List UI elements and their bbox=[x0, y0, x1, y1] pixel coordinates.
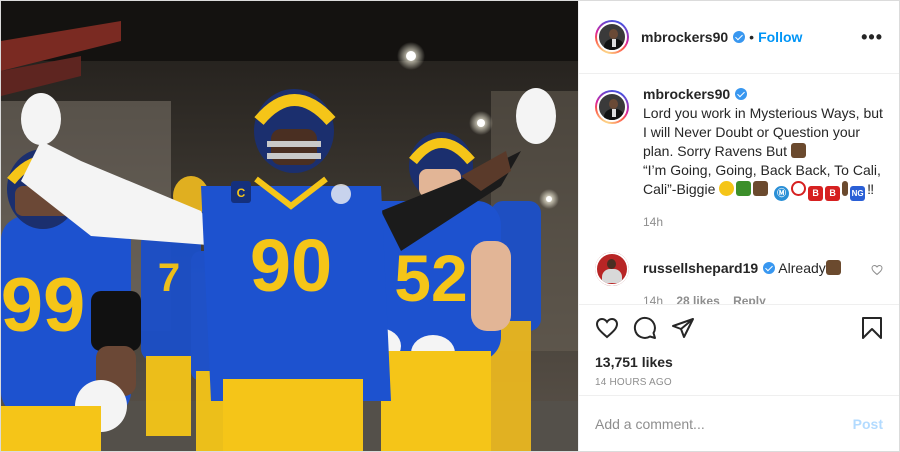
victory-hand-emoji-icon bbox=[753, 181, 769, 196]
share-icon[interactable] bbox=[671, 316, 695, 340]
separator-dot: • bbox=[749, 29, 755, 45]
comment-body: russellshepard19 Already 14h 28 likes Re… bbox=[643, 252, 883, 304]
bookmark-icon[interactable] bbox=[861, 316, 883, 340]
caption: mbrockers90 Lord you work in Mysterious … bbox=[595, 86, 883, 232]
comment-icon[interactable] bbox=[633, 316, 657, 340]
comments-section: mbrockers90 Lord you work in Mysterious … bbox=[579, 74, 899, 304]
palm-tree-emoji-icon bbox=[736, 181, 752, 196]
jersey-number-90: 90 bbox=[250, 224, 332, 307]
action-icons bbox=[595, 315, 883, 341]
exclamation-emoji-icon bbox=[842, 181, 849, 196]
post-side-panel: mbrockers90 • Follow ••• mbrockers90 Lor… bbox=[578, 1, 899, 451]
caption-avatar[interactable] bbox=[595, 90, 629, 124]
post-actions: 13,751 likes 14 HOURS AGO bbox=[579, 304, 899, 395]
post-header: mbrockers90 • Follow ••• bbox=[579, 1, 899, 74]
jersey-number-52: 52 bbox=[394, 241, 467, 315]
jersey-number-99: 99 bbox=[1, 263, 85, 348]
instagram-post: 7 9 99 bbox=[0, 0, 900, 452]
post-time-ago[interactable]: 14 HOURS AGO bbox=[595, 377, 883, 388]
comment-time[interactable]: 14h bbox=[643, 294, 663, 304]
author-avatar[interactable] bbox=[595, 20, 629, 54]
football-players-image: 7 9 99 bbox=[1, 1, 578, 451]
caption-text: Lord you work in Mysterious Ways, but I … bbox=[643, 105, 883, 159]
caption-body: mbrockers90 Lord you work in Mysterious … bbox=[643, 85, 883, 232]
add-comment-bar: Post bbox=[579, 395, 899, 451]
comment-meta: 14h 28 likes Reply bbox=[643, 292, 883, 304]
commenter-username[interactable]: russellshepard19 bbox=[643, 260, 758, 276]
ng-button-emoji-icon: NG bbox=[850, 186, 866, 201]
circled-m-emoji-icon: Ⓜ bbox=[774, 186, 790, 201]
comment-item: russellshepard19 Already 14h 28 likes Re… bbox=[595, 252, 883, 304]
post-comment-button[interactable]: Post bbox=[853, 416, 883, 432]
verified-badge-icon bbox=[763, 262, 776, 274]
prohibited-emoji-icon bbox=[791, 181, 807, 196]
victory-hand-emoji-icon bbox=[825, 260, 841, 275]
author-username[interactable]: mbrockers90 bbox=[641, 29, 728, 45]
captain-patch: C bbox=[237, 186, 246, 200]
verified-badge-icon bbox=[735, 88, 748, 100]
caption-meta: 14h bbox=[643, 213, 883, 232]
verified-badge-icon bbox=[733, 31, 746, 43]
jersey-number-7: 7 bbox=[158, 256, 180, 300]
b-button-emoji-icon: B bbox=[825, 186, 841, 201]
comment-input[interactable] bbox=[595, 415, 853, 432]
commenter-avatar[interactable] bbox=[595, 252, 629, 286]
like-comment-heart-icon[interactable] bbox=[871, 264, 883, 276]
post-photo[interactable]: 7 9 99 bbox=[1, 1, 578, 451]
heart-icon[interactable] bbox=[595, 316, 619, 340]
follow-button[interactable]: Follow bbox=[758, 29, 802, 45]
comment-likes[interactable]: 28 likes bbox=[676, 294, 719, 304]
person-facepalm-emoji-icon bbox=[790, 143, 806, 158]
caption-username[interactable]: mbrockers90 bbox=[643, 86, 730, 102]
reply-button[interactable]: Reply bbox=[733, 294, 766, 304]
comment-text: Already bbox=[778, 260, 826, 276]
likes-count[interactable]: 13,751 likes bbox=[595, 354, 883, 370]
b-button-emoji-icon: B bbox=[808, 186, 824, 201]
caption-time[interactable]: 14h bbox=[643, 215, 663, 229]
ellipsis-icon[interactable]: ••• bbox=[861, 27, 883, 48]
sunglasses-emoji-icon bbox=[719, 181, 735, 196]
double-exclamation: ‼ bbox=[867, 181, 875, 197]
